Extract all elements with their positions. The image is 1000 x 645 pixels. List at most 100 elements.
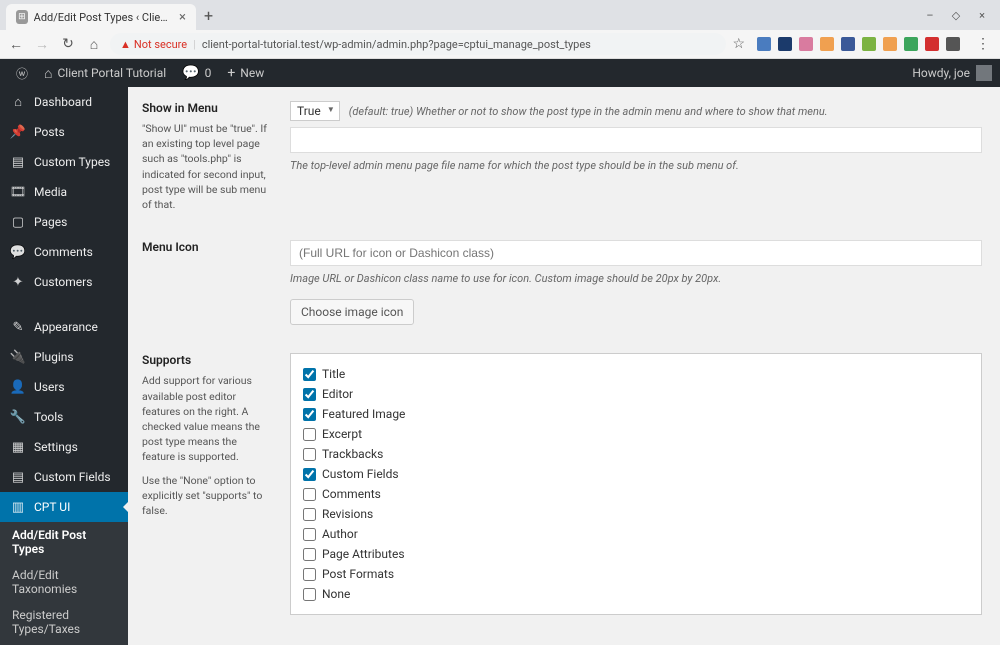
supports-checkbox[interactable]: [303, 568, 316, 581]
supports-checkbox[interactable]: [303, 368, 316, 381]
ext-icon[interactable]: [799, 37, 813, 51]
new-tab-button[interactable]: +: [204, 6, 213, 25]
comment-icon: 💬: [182, 65, 199, 81]
wp-logo-icon[interactable]: ⓦ: [8, 65, 36, 82]
sidebar-item[interactable]: ▤Custom Fields: [0, 462, 128, 492]
supports-option[interactable]: Editor: [303, 384, 969, 404]
maximize-button[interactable]: ◇: [950, 9, 962, 22]
sidebar-item-label: Posts: [34, 125, 65, 139]
ext-icon[interactable]: [946, 37, 960, 51]
home-button[interactable]: ⌂: [84, 34, 104, 54]
field-supports: Supports Add support for various availab…: [142, 339, 982, 629]
menu-icon: ▦: [10, 439, 26, 455]
sidebar-item[interactable]: ▤Custom Types: [0, 147, 128, 177]
supports-checkbox[interactable]: [303, 588, 316, 601]
sidebar-item-label: CPT UI: [34, 500, 70, 514]
field-below-help: Image URL or Dashicon class name to use …: [290, 272, 982, 285]
supports-checkbox[interactable]: [303, 508, 316, 521]
supports-option[interactable]: Author: [303, 524, 969, 544]
show-in-menu-select[interactable]: True: [290, 101, 340, 121]
supports-checkbox[interactable]: [303, 388, 316, 401]
supports-option[interactable]: Revisions: [303, 504, 969, 524]
sidebar-item-label: Customers: [34, 275, 92, 289]
user-menu[interactable]: Howdy, joe: [912, 65, 992, 81]
supports-checkbox[interactable]: [303, 408, 316, 421]
supports-option[interactable]: Post Formats: [303, 564, 969, 584]
choose-image-icon-button[interactable]: Choose image icon: [290, 299, 414, 325]
sidebar-item[interactable]: 🎞Media: [0, 177, 128, 207]
comments-link[interactable]: 💬0: [174, 65, 219, 81]
supports-checkbox[interactable]: [303, 428, 316, 441]
supports-option[interactable]: Excerpt: [303, 424, 969, 444]
url-input[interactable]: ▲ Not secure | client-portal-tutorial.te…: [110, 33, 726, 55]
supports-checkbox[interactable]: [303, 468, 316, 481]
site-link[interactable]: ⌂Client Portal Tutorial: [36, 65, 174, 82]
supports-checkbox[interactable]: [303, 488, 316, 501]
favicon-icon: ⊞: [16, 10, 28, 24]
ext-icon[interactable]: [904, 37, 918, 51]
close-window-button[interactable]: ×: [976, 9, 988, 22]
field-label: Show in Menu: [142, 101, 270, 115]
browser-tab-bar: ⊞ Add/Edit Post Types ‹ Client Port… × +…: [0, 0, 1000, 30]
new-content-button[interactable]: +New: [219, 65, 272, 81]
minimize-button[interactable]: –: [924, 9, 936, 22]
show-in-menu-page-input[interactable]: [290, 127, 982, 153]
browser-tab[interactable]: ⊞ Add/Edit Post Types ‹ Client Port… ×: [6, 4, 196, 30]
menu-icon-input[interactable]: [290, 240, 982, 266]
sidebar-item[interactable]: ⌂Dashboard: [0, 87, 128, 117]
sidebar-item[interactable]: ✎Appearance: [0, 312, 128, 342]
supports-option[interactable]: Title: [303, 364, 969, 384]
sidebar-item[interactable]: 🔧 Tools: [0, 402, 128, 432]
sidebar-item[interactable]: 💬Comments: [0, 237, 128, 267]
cpt-ui-icon: ▥: [10, 499, 26, 515]
sidebar-item-label: Plugins: [34, 350, 74, 364]
field-label: Supports: [142, 353, 270, 367]
ext-icon[interactable]: [778, 37, 792, 51]
sidebar-item[interactable]: ✦ Customers: [0, 267, 128, 297]
sidebar-submenu-item[interactable]: Add/Edit Taxonomies: [0, 562, 128, 602]
supports-checkbox[interactable]: [303, 448, 316, 461]
url-separator: |: [193, 38, 196, 51]
field-custom-supports: Custom "Supports" Use this input to regi…: [142, 629, 982, 645]
sidebar-submenu-item[interactable]: Add/Edit Post Types: [0, 522, 128, 562]
ext-icon[interactable]: [841, 37, 855, 51]
back-button[interactable]: ←: [6, 34, 26, 54]
supports-option[interactable]: Page Attributes: [303, 544, 969, 564]
sidebar-submenu-item[interactable]: Registered Types/Taxes: [0, 602, 128, 642]
sidebar-item-label: Settings: [34, 440, 78, 454]
admin-sidebar: ⌂Dashboard📌Posts▤Custom Types🎞Media▢Page…: [0, 87, 128, 645]
browser-menu-icon[interactable]: ⋮: [972, 36, 994, 52]
sidebar-item-cpt-ui[interactable]: ▥ CPT UI: [0, 492, 128, 522]
supports-option[interactable]: Comments: [303, 484, 969, 504]
plus-icon: +: [227, 65, 235, 81]
sidebar-item[interactable]: 📌Posts: [0, 117, 128, 147]
supports-option[interactable]: Trackbacks: [303, 444, 969, 464]
sidebar-item[interactable]: ▢Pages: [0, 207, 128, 237]
sidebar-item[interactable]: ▦ Settings: [0, 432, 128, 462]
supports-checkbox[interactable]: [303, 528, 316, 541]
supports-checkbox-group: TitleEditorFeatured ImageExcerptTrackbac…: [290, 353, 982, 615]
bookmark-icon[interactable]: ☆: [732, 36, 745, 52]
forward-button[interactable]: →: [32, 34, 52, 54]
ext-icon[interactable]: [820, 37, 834, 51]
supports-checkbox[interactable]: [303, 548, 316, 561]
menu-icon: 🔧: [10, 409, 26, 425]
menu-icon: 👤: [10, 379, 26, 395]
ext-icon[interactable]: [925, 37, 939, 51]
sidebar-item[interactable]: 🔌Plugins: [0, 342, 128, 372]
menu-separator: [0, 302, 128, 307]
sidebar-item-label: Comments: [34, 245, 93, 259]
supports-option[interactable]: Custom Fields: [303, 464, 969, 484]
ext-icon[interactable]: [757, 37, 771, 51]
supports-option[interactable]: Featured Image: [303, 404, 969, 424]
menu-icon: ✦: [10, 274, 26, 290]
security-warning-icon: ▲ Not secure: [120, 38, 187, 51]
supports-option[interactable]: None: [303, 584, 969, 604]
ext-icon[interactable]: [862, 37, 876, 51]
close-tab-icon[interactable]: ×: [179, 10, 186, 25]
reload-button[interactable]: ↻: [58, 34, 78, 54]
home-icon: ⌂: [44, 65, 52, 82]
sidebar-item[interactable]: 👤Users: [0, 372, 128, 402]
sidebar-item-label: Tools: [34, 410, 63, 424]
ext-icon[interactable]: [883, 37, 897, 51]
